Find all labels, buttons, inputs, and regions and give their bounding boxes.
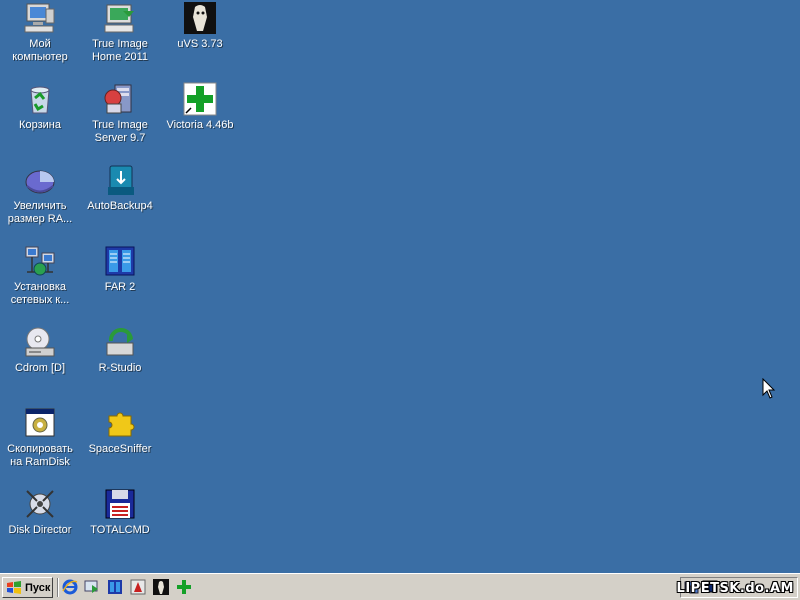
true-image-home-icon — [104, 4, 134, 33]
desktop-icon-label: Мой компьютер — [12, 38, 68, 63]
desktop-icon-true-image-server[interactable]: True Image Server 9.7 — [81, 82, 159, 145]
ie-icon[interactable] — [62, 579, 78, 595]
total-commander-icon — [105, 489, 135, 519]
desktop-icon-r-studio[interactable]: R-Studio — [81, 325, 159, 375]
desktop-icon-ramdisk-resize[interactable]: Увеличить размер RA... — [1, 163, 79, 226]
desktop-icon-totalcmd[interactable]: TOTALCMD — [81, 487, 159, 537]
disk-director-quicklaunch-icon[interactable] — [130, 579, 146, 595]
true-image-server-icon — [104, 84, 132, 114]
uvs-quicklaunch-icon[interactable] — [153, 579, 169, 595]
mouse-cursor-icon — [762, 378, 776, 399]
desktop-icon-label: uVS 3.73 — [177, 38, 223, 50]
desktop-icon-my-computer[interactable]: Мой компьютер — [1, 1, 79, 64]
victoria-quicklaunch-icon[interactable] — [176, 579, 192, 595]
desktop-icon-autobackup[interactable]: AutoBackup4 — [81, 163, 159, 213]
far-manager-icon — [105, 246, 135, 276]
recycle-bin-icon — [30, 86, 50, 114]
cdrom-drive-icon — [25, 327, 55, 357]
desktop-icon-label: Увеличить размер RA... — [7, 200, 73, 225]
desktop-icon-recycle-bin[interactable]: Корзина — [1, 82, 79, 132]
desktop-icon-uvs[interactable]: uVS 3.73 — [161, 1, 239, 51]
ramdisk-resize-icon — [25, 170, 55, 194]
uvs-icon — [184, 2, 216, 34]
desktop-icon-victoria[interactable]: Victoria 4.46b — [161, 82, 239, 132]
windows-logo-icon — [7, 580, 21, 594]
desktop-icon-label: TOTALCMD — [90, 524, 150, 536]
desktop-icon-label: True Image Home 2011 — [91, 38, 149, 63]
victoria-icon — [183, 82, 217, 116]
desktop-icon-network-install[interactable]: Установка сетевых к... — [1, 244, 79, 307]
start-button[interactable]: Пуск — [2, 577, 53, 598]
desktop-icon-far[interactable]: FAR 2 — [81, 244, 159, 294]
desktop-icon-label: FAR 2 — [104, 281, 136, 293]
autobackup-quicklaunch-icon[interactable] — [84, 579, 100, 595]
desktop-icon-label: Cdrom [D] — [14, 362, 66, 374]
desktop-icon-copy-to-ramdisk[interactable]: Скопировать на RamDisk — [1, 406, 79, 469]
desktop-icon-label: Victoria 4.46b — [166, 119, 234, 131]
desktop-icon-cdrom[interactable]: Cdrom [D] — [1, 325, 79, 375]
desktop[interactable]: Мой компьютер Корзина Увеличить размер R… — [0, 0, 800, 573]
desktop-icon-label: R-Studio — [98, 362, 142, 374]
desktop-icon-true-image-home[interactable]: True Image Home 2011 — [81, 1, 159, 64]
far-quicklaunch-icon[interactable] — [107, 579, 123, 595]
start-button-label: Пуск — [25, 581, 51, 594]
system-tray: LIPETSK.do.AM — [676, 577, 798, 598]
desktop-icon-label: Корзина — [19, 119, 61, 131]
tray-watermark-text: LIPETSK.do.AM — [676, 581, 794, 596]
desktop-icon-spacesniffer[interactable]: SpaceSniffer — [81, 406, 159, 456]
copy-to-ramdisk-icon — [25, 408, 55, 437]
desktop-icon-disk-director[interactable]: Disk Director — [1, 487, 79, 537]
taskbar: Пуск LIPETSK.do.AM — [0, 573, 800, 600]
desktop-icon-label: AutoBackup4 — [87, 200, 153, 212]
quick-launch-separator — [57, 578, 59, 597]
spacesniffer-icon — [108, 412, 135, 437]
autobackup-icon — [108, 165, 134, 195]
desktop-icon-label: Скопировать на RamDisk — [7, 443, 73, 468]
desktop-icon-label: Disk Director — [8, 524, 72, 536]
desktop-icon-label: SpaceSniffer — [88, 443, 152, 455]
r-studio-icon — [106, 328, 134, 356]
network-install-icon — [25, 246, 55, 276]
desktop-icon-label: Установка сетевых к... — [10, 281, 70, 306]
desktop-icon-label: True Image Server 9.7 — [92, 119, 148, 144]
my-computer-icon — [24, 3, 55, 33]
disk-director-icon — [26, 490, 54, 518]
